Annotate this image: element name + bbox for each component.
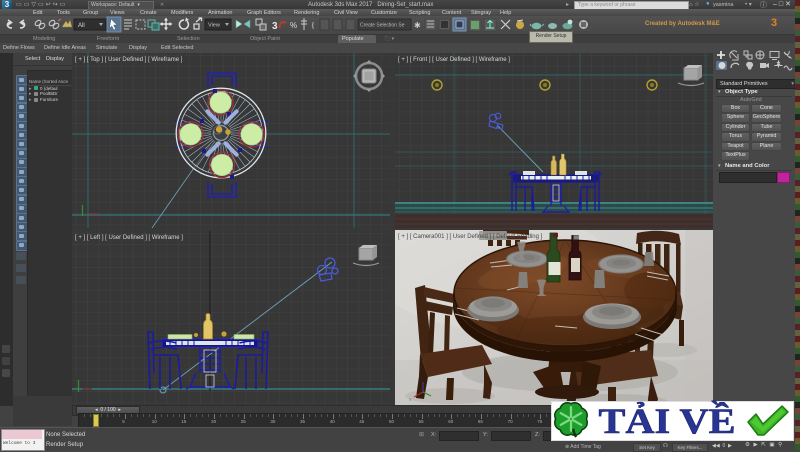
svg-text:All: All <box>78 23 85 29</box>
svg-text:[ + ] [ Front ] [ User Defined: [ + ] [ Front ] [ User Defined ] [ Wiref… <box>398 57 510 63</box>
svg-text:{: { <box>311 21 315 30</box>
svg-text:✱: ✱ <box>414 21 421 30</box>
svg-text:[ + ] [ Camera001 ] [ User Def: [ + ] [ Camera001 ] [ User Defined ] [ D… <box>398 234 543 240</box>
svg-text:3: 3 <box>272 21 278 32</box>
svg-text:[ + ] [ Top ] [ User Defined ]: [ + ] [ Top ] [ User Defined ] [ Wirefra… <box>75 57 183 63</box>
svg-text:[ + ] [ Left ] [ User Defined: [ + ] [ Left ] [ User Defined ] [ Wirefr… <box>75 235 183 241</box>
svg-text:View: View <box>208 23 220 29</box>
svg-text:%: % <box>290 21 297 30</box>
svg-text:Create Selection Se: Create Selection Se <box>360 23 405 29</box>
